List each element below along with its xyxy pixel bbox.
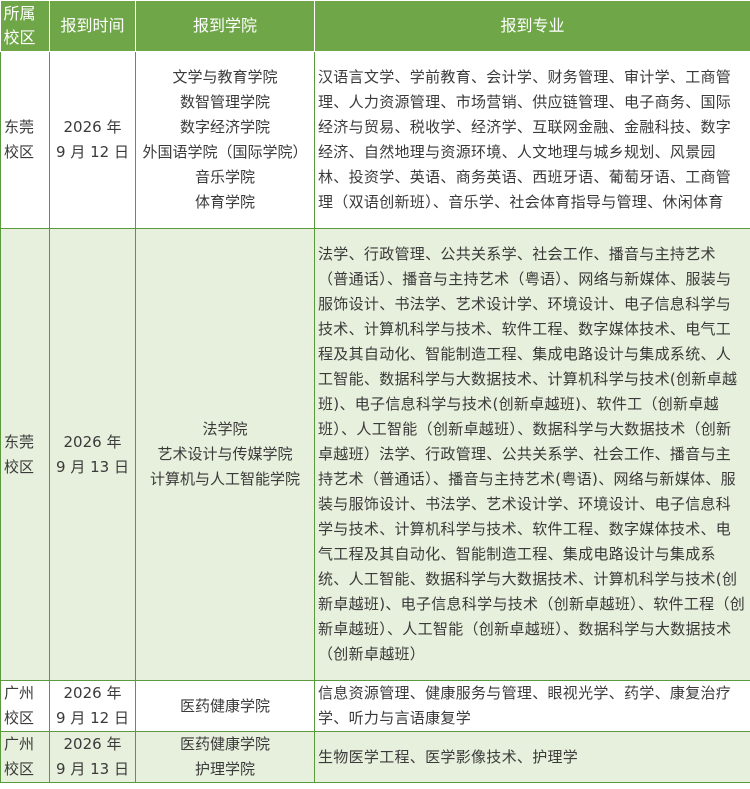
majors-cell: 汉语言文学、学前教育、会计学、财务管理、审计学、工商管理、人力资源管理、市场营销…: [314, 51, 750, 229]
campus-line: 广州: [4, 735, 35, 753]
campus-cell: 广州 校区: [0, 731, 50, 783]
date-cell: 2026 年 9 月 12 日: [49, 680, 136, 732]
campus-cell: 广州 校区: [0, 680, 50, 732]
college-name: 护理学院: [194, 760, 255, 778]
college-name: 医药健康学院: [179, 696, 270, 715]
campus-cell: 东莞 校区: [0, 228, 50, 681]
majors-cell: 信息资源管理、健康服务与管理、眼视光学、药学、康复治疗学、听力与言语康复学: [314, 680, 750, 732]
campus-line: 校区: [4, 457, 35, 476]
table-row: 广州 校区 2026 年 9 月 13 日 医药健康学院 护理学院 生物医学工程…: [0, 731, 750, 783]
college-name: 文学与教育学院: [172, 68, 278, 86]
campus-line: 广州: [4, 684, 35, 702]
table-row: 广州 校区 2026 年 9 月 12 日 医药健康学院 信息资源管理、健康服务…: [0, 680, 750, 732]
date-cell: 2026 年 9 月 13 日: [49, 228, 136, 681]
college-name: 医药健康学院: [179, 735, 270, 753]
date-cell: 2026 年 9 月 12 日: [49, 51, 136, 229]
college-name: 体育学院: [194, 193, 255, 211]
college-name: 法学院: [202, 420, 248, 438]
date-year: 2026 年: [63, 432, 122, 451]
campus-cell: 东莞 校区: [0, 51, 50, 229]
college-name: 数字经济学院: [179, 118, 270, 136]
date-day: 9 月 12 日: [56, 709, 129, 727]
header-row: 所属 校区 报到时间 报到学院 报到专业: [0, 0, 750, 52]
date-day: 9 月 12 日: [56, 143, 129, 161]
table-row: 东莞 校区 2026 年 9 月 13 日 法学院 艺术设计与传媒学院 计算机与…: [0, 228, 750, 681]
campus-line: 东莞: [4, 118, 35, 136]
campus-line: 东莞: [4, 432, 35, 451]
header-majors: 报到专业: [314, 0, 750, 52]
date-day: 9 月 13 日: [56, 760, 129, 778]
header-date: 报到时间: [49, 0, 136, 52]
date-year: 2026 年: [63, 735, 122, 753]
date-day: 9 月 13 日: [56, 457, 129, 476]
college-cell: 医药健康学院: [135, 680, 315, 732]
date-year: 2026 年: [63, 118, 122, 136]
college-name: 音乐学院: [194, 168, 255, 186]
header-college: 报到学院: [135, 0, 315, 52]
header-campus: 所属 校区: [0, 0, 50, 52]
college-cell: 医药健康学院 护理学院: [135, 731, 315, 783]
college-name: 数智管理学院: [179, 93, 270, 111]
campus-line: 校区: [4, 143, 35, 161]
header-campus-line-1: 所属: [3, 4, 36, 23]
college-cell: 法学院 艺术设计与传媒学院 计算机与人工智能学院: [135, 228, 315, 681]
date-cell: 2026 年 9 月 13 日: [49, 731, 136, 783]
college-name: 艺术设计与传媒学院: [157, 445, 293, 463]
majors-cell: 生物医学工程、医学影像技术、护理学: [314, 731, 750, 783]
campus-line: 校区: [4, 709, 35, 727]
date-year: 2026 年: [63, 684, 122, 702]
college-name: 外国语学院（国际学院）: [142, 143, 308, 161]
college-name: 计算机与人工智能学院: [149, 470, 300, 488]
registration-schedule-table: 所属 校区 报到时间 报到学院 报到专业 东莞 校区 2026 年 9 月 12…: [0, 0, 750, 783]
header-campus-line-2: 校区: [3, 28, 36, 47]
majors-cell: 法学、行政管理、公共关系学、社会工作、播音与主持艺术（普通话）、播音与主持艺术（…: [314, 228, 750, 681]
table-row: 东莞 校区 2026 年 9 月 12 日 文学与教育学院 数智管理学院 数字经…: [0, 51, 750, 229]
college-cell: 文学与教育学院 数智管理学院 数字经济学院 外国语学院（国际学院） 音乐学院 体…: [135, 51, 315, 229]
campus-line: 校区: [4, 760, 35, 778]
